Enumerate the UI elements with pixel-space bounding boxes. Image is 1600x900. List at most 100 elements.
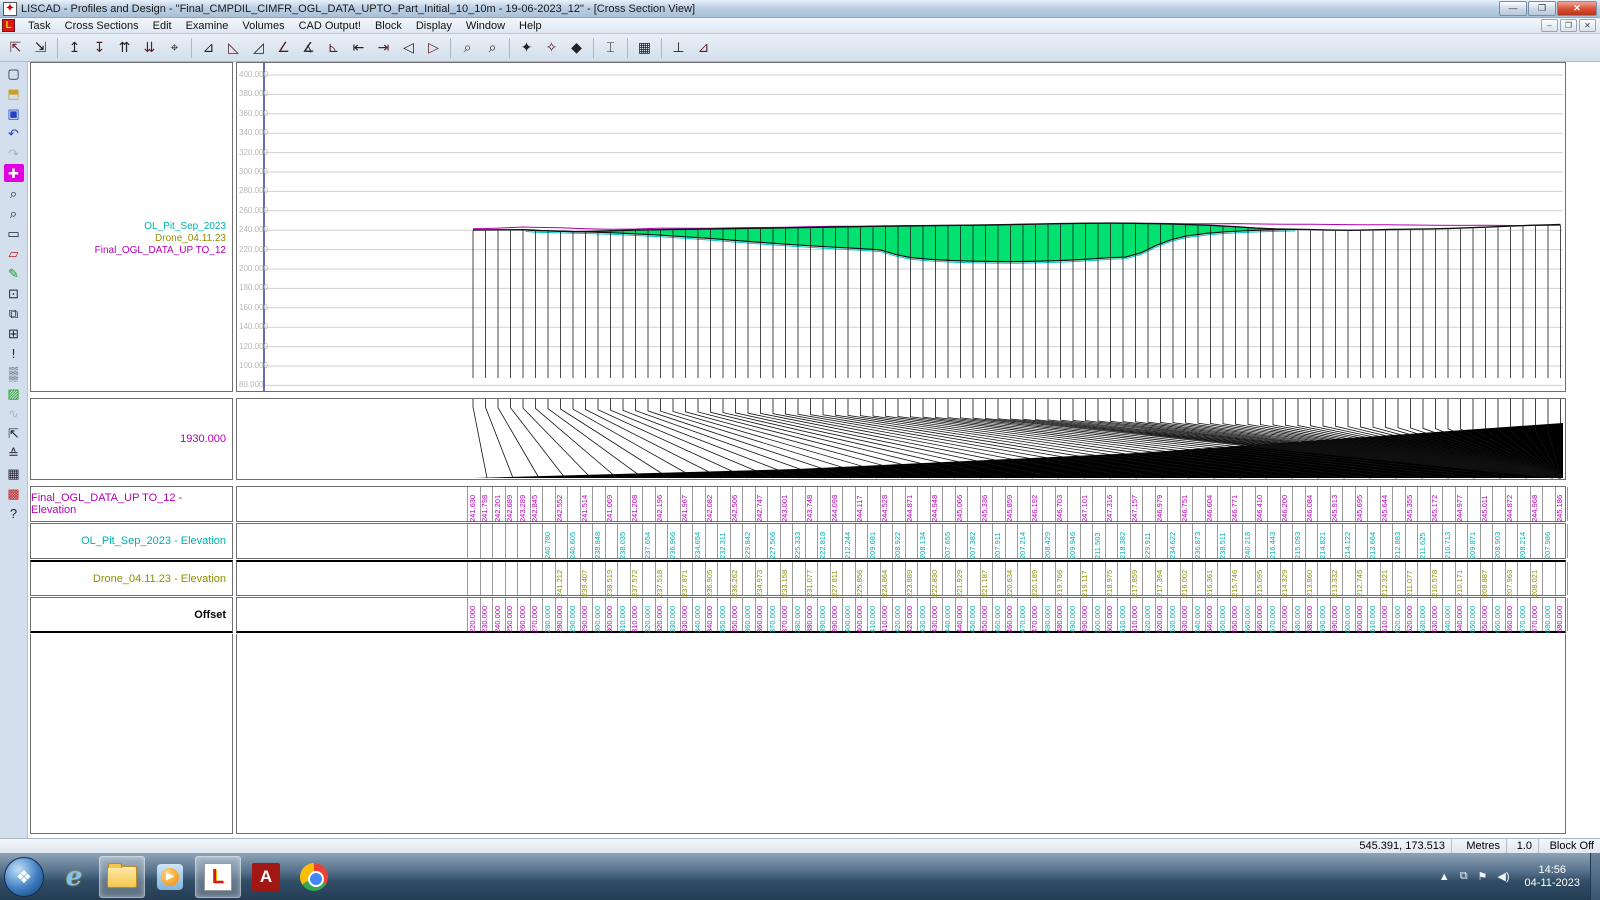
point-down-icon[interactable]: ↧: [88, 36, 111, 59]
design-profile-icon[interactable]: ⊿: [197, 36, 220, 59]
menu-item-cross-sections[interactable]: Cross Sections: [58, 19, 146, 33]
restore-button[interactable]: ❐: [1528, 1, 1556, 16]
section-plot-pane[interactable]: [236, 62, 1566, 392]
capture-icon[interactable]: ⊡: [4, 284, 24, 302]
select-icon[interactable]: ▒: [4, 364, 24, 382]
transform-icon[interactable]: ⧉: [4, 304, 24, 322]
offset-left-icon[interactable]: ⇤: [347, 36, 370, 59]
surface-1-icon[interactable]: ✦: [515, 36, 538, 59]
minimize-button[interactable]: —: [1499, 1, 1527, 16]
redo-icon[interactable]: ↷: [4, 144, 24, 162]
taskbar-liscad[interactable]: L: [195, 856, 241, 898]
action-center-flag-icon[interactable]: ⚑: [1478, 870, 1488, 883]
play-right-icon[interactable]: ▷: [422, 36, 445, 59]
start-button[interactable]: ❖: [4, 857, 44, 897]
new-document-icon[interactable]: ▢: [4, 64, 24, 82]
text-style-icon[interactable]: ⌶: [599, 36, 622, 59]
menu-item-task[interactable]: Task: [21, 19, 58, 33]
bench-icon[interactable]: ⊾: [322, 36, 345, 59]
draw-icon[interactable]: ✎: [4, 264, 24, 282]
zoom-out-icon[interactable]: ⌕: [4, 204, 24, 222]
hatch-icon[interactable]: ▨: [4, 384, 24, 402]
column-divider: [1092, 487, 1093, 521]
show-desktop-button[interactable]: [1590, 853, 1600, 900]
taskbar-clock[interactable]: 14:56 04-11-2023: [1525, 864, 1580, 890]
save-icon[interactable]: ▣: [4, 104, 24, 122]
section-down-icon[interactable]: ⇊: [138, 36, 161, 59]
undo-icon[interactable]: ↶: [4, 124, 24, 142]
offset-right-icon[interactable]: ⇥: [372, 36, 395, 59]
pattern-icon[interactable]: ▩: [4, 484, 24, 502]
menu-item-volumes[interactable]: Volumes: [235, 19, 291, 33]
cell-value: 600.000: [1341, 599, 1354, 633]
menu-item-window[interactable]: Window: [459, 19, 512, 33]
table-icon[interactable]: ▦: [4, 464, 24, 482]
column-divider: [1167, 487, 1168, 521]
batter-right-icon[interactable]: ◿: [247, 36, 270, 59]
point-up-icon[interactable]: ↥: [63, 36, 86, 59]
taskbar-adobe-reader[interactable]: A: [243, 856, 289, 898]
grade-icon[interactable]: ∠: [272, 36, 295, 59]
open-view-icon[interactable]: ⇱: [4, 36, 27, 59]
zoom-in-icon[interactable]: ⌕: [4, 184, 24, 202]
child-minimize-button[interactable]: –: [1541, 19, 1558, 32]
grid-icon[interactable]: ▦: [633, 36, 656, 59]
layers-icon[interactable]: ▱: [4, 244, 24, 262]
menu-item-edit[interactable]: Edit: [146, 19, 179, 33]
cell-value: 520.000: [1141, 599, 1154, 633]
histogram-icon[interactable]: ⊥: [667, 36, 690, 59]
menu-item-examine[interactable]: Examine: [179, 19, 236, 33]
elevation-tick-label: 360.000: [239, 109, 287, 118]
curve-icon[interactable]: ∿: [4, 404, 24, 422]
column-divider: [467, 524, 468, 558]
angle-icon[interactable]: ∡: [297, 36, 320, 59]
taskbar-internet-explorer[interactable]: e: [51, 856, 97, 898]
surface-2-icon[interactable]: ✧: [540, 36, 563, 59]
datum-icon[interactable]: ⌖: [163, 36, 186, 59]
child-restore-button[interactable]: ❐: [1560, 19, 1577, 32]
export-icon[interactable]: ⇱: [4, 424, 24, 442]
column-divider: [1442, 562, 1443, 595]
menu-item-help[interactable]: Help: [512, 19, 549, 33]
adobe-reader-icon: A: [252, 863, 280, 891]
zoom-window-icon[interactable]: ▭: [4, 224, 24, 242]
cell-value: 340.000: [703, 599, 716, 633]
volume-icon[interactable]: ◆: [565, 36, 588, 59]
zoom-in-icon[interactable]: ⌕: [456, 36, 479, 59]
child-close-button[interactable]: ✕: [1579, 19, 1596, 32]
batter-left-icon[interactable]: ◺: [222, 36, 245, 59]
note-icon[interactable]: !: [4, 344, 24, 362]
help-icon[interactable]: ?: [4, 504, 24, 522]
menu-item-block[interactable]: Block: [368, 19, 409, 33]
column-divider: [1380, 524, 1381, 558]
menu-item-display[interactable]: Display: [409, 19, 459, 33]
hidden-icons-button[interactable]: ▲: [1439, 871, 1450, 883]
save-view-icon[interactable]: ⇲: [29, 36, 52, 59]
profile-icon[interactable]: ≙: [4, 444, 24, 462]
zoom-out-icon[interactable]: ⌕: [481, 36, 504, 59]
close-button[interactable]: ✕: [1557, 1, 1597, 16]
open-folder-icon[interactable]: ⬒: [4, 84, 24, 102]
taskbar-windows-explorer[interactable]: [99, 856, 145, 898]
menu-item-cad-output-[interactable]: CAD Output!: [292, 19, 368, 33]
cell-value: 207.963: [1503, 563, 1516, 597]
pan-icon[interactable]: ✚: [4, 164, 24, 182]
play-left-icon[interactable]: ◁: [397, 36, 420, 59]
cell-value: 242.747: [753, 488, 766, 522]
cell-value: 222.830: [928, 563, 941, 597]
toolbar-separator: [593, 38, 594, 58]
column-divider: [692, 562, 693, 595]
section-up-icon[interactable]: ⇈: [113, 36, 136, 59]
column-divider: [867, 487, 868, 521]
network-icon[interactable]: ⧉: [1460, 870, 1468, 883]
taskbar-chrome[interactable]: [291, 856, 337, 898]
column-divider: [1180, 524, 1181, 558]
cell-value: 222.818: [816, 525, 829, 559]
taskbar-media-player[interactable]: ▶: [147, 856, 193, 898]
clock-time: 14:56: [1525, 864, 1580, 877]
cross-section-view[interactable]: OL_Pit_Sep_2023 Drone_04.11.23 Final_OGL…: [28, 62, 1600, 838]
speaker-icon[interactable]: ◀): [1497, 870, 1509, 883]
calculator-icon[interactable]: ⊞: [4, 324, 24, 342]
profile-chart-icon[interactable]: ⊿: [692, 36, 715, 59]
cell-value: 234.654: [691, 525, 704, 559]
